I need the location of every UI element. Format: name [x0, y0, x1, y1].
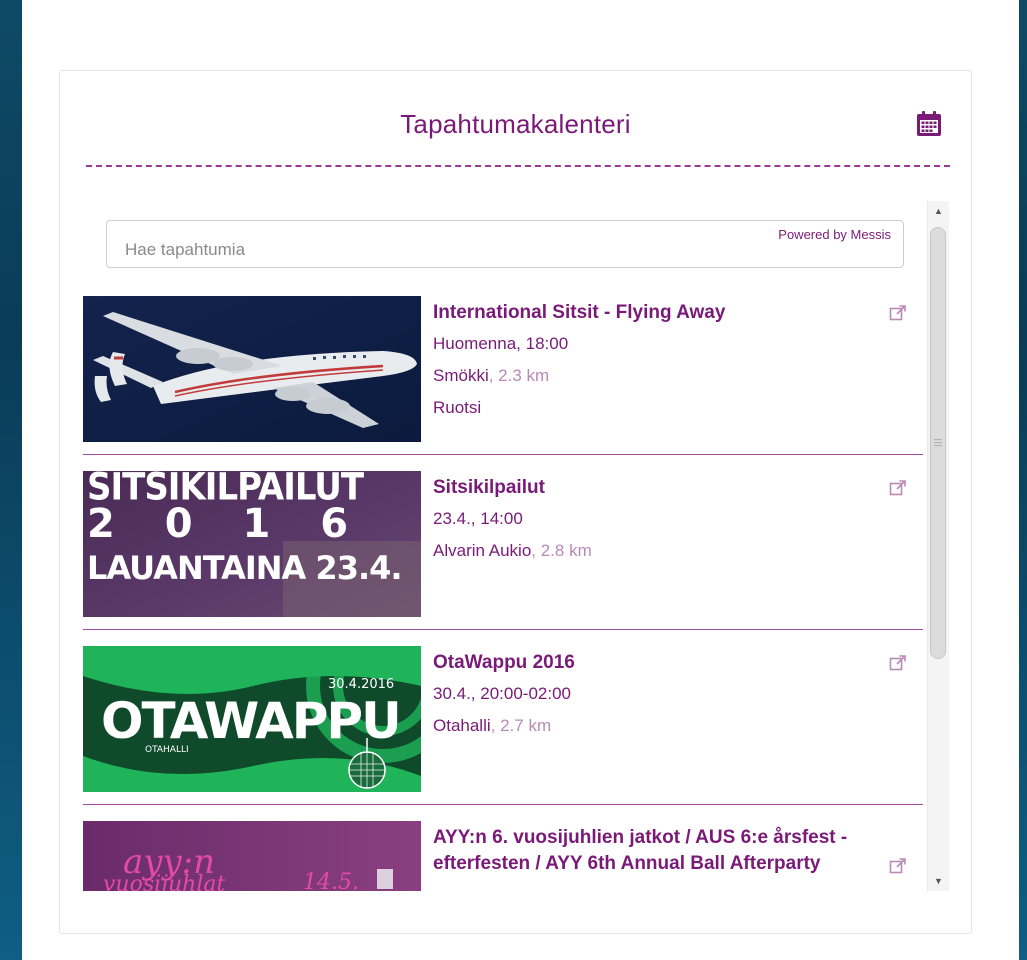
- search-box: Powered by Messis: [106, 220, 904, 268]
- scroll-down-arrow-icon[interactable]: ▼: [928, 871, 949, 891]
- scrollbar-grip-icon: — — —: [934, 435, 942, 450]
- event-item: ayy:n vuosijuhlat 14.5. AYY:n 6. vuosiju…: [83, 821, 923, 891]
- event-item: OTAWAPPU 30.4.2016 OTAHALLI OtaWappu 201…: [83, 646, 923, 818]
- external-link-icon[interactable]: [889, 304, 907, 322]
- scroll-up-arrow-icon[interactable]: ▲: [928, 201, 949, 221]
- event-item: SITSIKILPAILUT 2 0 1 6 LAUANTAINA 23.4. …: [83, 471, 923, 643]
- event-divider: [83, 804, 923, 805]
- event-location: Smökki, 2.3 km: [433, 364, 873, 388]
- event-place: Smökki: [433, 366, 489, 385]
- calendar-icon[interactable]: [916, 111, 942, 137]
- event-title[interactable]: International Sitsit - Flying Away: [433, 300, 873, 326]
- event-distance: , 2.3 km: [488, 366, 550, 385]
- event-place: Otahalli: [433, 716, 491, 735]
- poster-date: 30.4.2016: [328, 677, 394, 692]
- event-time: 23.4., 14:00: [433, 509, 523, 528]
- event-list-scrollbar[interactable]: ▲ — — — ▼: [927, 201, 949, 891]
- event-info: Sitsikilpailut 23.4., 14:00 Alvarin Auki…: [433, 475, 873, 571]
- event-image-otawappu[interactable]: OTAWAPPU 30.4.2016 OTAHALLI: [83, 646, 421, 792]
- event-place: Alvarin Aukio: [433, 541, 532, 560]
- event-image-airplane[interactable]: [83, 296, 421, 442]
- event-time: Huomenna, 18:00: [433, 334, 569, 353]
- event-info: AYY:n 6. vuosijuhlien jatkot / AUS 6:e å…: [433, 825, 873, 883]
- poster-line-3: LAUANTAINA 23.4.: [87, 549, 402, 587]
- event-title[interactable]: Sitsikilpailut: [433, 475, 873, 501]
- poster-subtitle: vuosijuhlat: [103, 872, 225, 891]
- event-image-poster[interactable]: SITSIKILPAILUT 2 0 1 6 LAUANTAINA 23.4.: [83, 471, 421, 617]
- event-divider: [83, 454, 923, 455]
- event-distance: , 2.8 km: [531, 541, 592, 560]
- event-divider: [83, 629, 923, 630]
- event-location: Otahalli, 2.7 km: [433, 714, 873, 738]
- event-calendar-widget: Tapahtumakalenteri Powered by Messis: [59, 70, 972, 934]
- widget-header: Tapahtumakalenteri: [60, 71, 971, 171]
- event-item: International Sitsit - Flying Away Huome…: [83, 296, 923, 468]
- poster-title: OTAWAPPU: [101, 692, 400, 750]
- external-link-icon[interactable]: [889, 857, 907, 875]
- event-list[interactable]: Powered by Messis: [83, 201, 951, 891]
- widget-title: Tapahtumakalenteri: [400, 109, 631, 139]
- poster-date: 14.5.: [303, 870, 359, 891]
- event-time: 30.4., 20:00-02:00: [433, 684, 572, 703]
- powered-by-link[interactable]: Powered by Messis: [778, 227, 891, 242]
- event-info: International Sitsit - Flying Away Huome…: [433, 300, 873, 420]
- poster-venue: OTAHALLI: [145, 745, 189, 755]
- external-link-icon[interactable]: [889, 654, 907, 672]
- poster-line-2: 2 0 1 6: [87, 501, 366, 547]
- header-divider: [86, 165, 950, 167]
- event-extra: Ruotsi: [433, 398, 482, 417]
- event-distance: , 2.7 km: [490, 716, 552, 735]
- event-title[interactable]: OtaWappu 2016: [433, 650, 873, 676]
- event-info: OtaWappu 2016 30.4., 20:00-02:00 Otahall…: [433, 650, 873, 746]
- event-location: Alvarin Aukio, 2.8 km: [433, 539, 873, 563]
- scrollbar-thumb[interactable]: — — —: [930, 227, 946, 659]
- event-image-ayy[interactable]: ayy:n vuosijuhlat 14.5.: [83, 821, 421, 891]
- event-title[interactable]: AYY:n 6. vuosijuhlien jatkot / AUS 6:e å…: [433, 825, 873, 877]
- external-link-icon[interactable]: [889, 479, 907, 497]
